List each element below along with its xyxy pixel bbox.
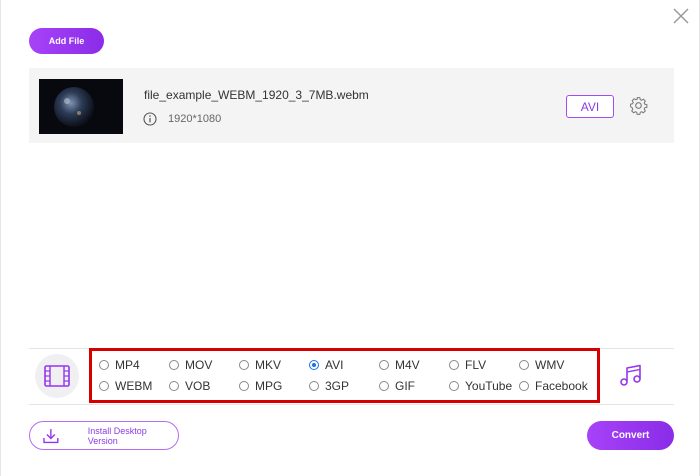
- info-icon[interactable]: [143, 112, 157, 126]
- format-option-3gp[interactable]: 3GP: [309, 379, 349, 393]
- format-option-mpg[interactable]: MPG: [239, 379, 282, 393]
- format-label: YouTube: [465, 379, 513, 393]
- radio-youtube[interactable]: [449, 381, 459, 391]
- format-option-youtube[interactable]: YouTube: [449, 379, 512, 393]
- format-label: MKV: [255, 358, 282, 372]
- radio-mpg[interactable]: [239, 381, 249, 391]
- format-option-webm[interactable]: WEBM: [99, 379, 152, 393]
- output-format-button[interactable]: AVI: [566, 95, 614, 118]
- radio-gif[interactable]: [379, 381, 389, 391]
- format-option-mp4[interactable]: MP4: [99, 358, 140, 372]
- format-label: MOV: [185, 358, 213, 372]
- format-option-flv[interactable]: FLV: [449, 358, 486, 372]
- radio-mkv[interactable]: [239, 360, 249, 370]
- format-label: MP4: [115, 358, 140, 372]
- download-icon: [43, 428, 59, 443]
- gear-icon[interactable]: [629, 96, 648, 115]
- radio-flv[interactable]: [449, 360, 459, 370]
- format-label: Facebook: [535, 379, 588, 393]
- format-label: WMV: [535, 358, 565, 372]
- format-option-vob[interactable]: VOB: [169, 379, 210, 393]
- install-label: Install Desktop Version: [87, 425, 147, 446]
- divider-bottom: [29, 404, 674, 405]
- format-label: AVI: [325, 358, 344, 372]
- format-option-mov[interactable]: MOV: [169, 358, 212, 372]
- file-name: file_example_WEBM_1920_3_7MB.webm: [144, 88, 369, 102]
- earth-thumbnail-image: [39, 79, 123, 134]
- radio-webm[interactable]: [99, 381, 109, 391]
- radio-3gp[interactable]: [309, 381, 319, 391]
- format-options-panel: MP4 MOV MKV AVI M4V FLV WMV WEBM VOB MPG: [89, 348, 600, 403]
- video-thumbnail: [39, 79, 123, 134]
- format-option-m4v[interactable]: M4V: [379, 358, 420, 372]
- film-icon: [44, 365, 70, 387]
- convert-button[interactable]: Convert: [587, 421, 674, 450]
- format-label: FLV: [465, 358, 487, 372]
- format-option-avi[interactable]: AVI: [309, 358, 343, 372]
- install-desktop-button[interactable]: Install Desktop Version: [29, 421, 179, 450]
- radio-facebook[interactable]: [519, 381, 529, 391]
- radio-mov[interactable]: [169, 360, 179, 370]
- format-label: GIF: [395, 379, 415, 393]
- close-icon[interactable]: [671, 6, 691, 26]
- file-item: file_example_WEBM_1920_3_7MB.webm 1920*1…: [29, 68, 674, 143]
- format-option-mkv[interactable]: MKV: [239, 358, 281, 372]
- format-option-gif[interactable]: GIF: [379, 379, 415, 393]
- format-label: WEBM: [115, 379, 153, 393]
- radio-avi[interactable]: [309, 360, 319, 370]
- file-resolution: 1920*1080: [168, 113, 222, 125]
- radio-mp4[interactable]: [99, 360, 109, 370]
- format-label: VOB: [185, 379, 211, 393]
- video-formats-tab[interactable]: [35, 354, 79, 398]
- format-label: M4V: [395, 358, 420, 372]
- music-note-icon[interactable]: [619, 363, 644, 388]
- add-file-button[interactable]: Add File: [29, 28, 104, 54]
- format-label: MPG: [255, 379, 283, 393]
- radio-vob[interactable]: [169, 381, 179, 391]
- converter-dialog: Add File file_example_WEBM_1920_3_7MB.we…: [0, 0, 700, 476]
- format-option-facebook[interactable]: Facebook: [519, 379, 588, 393]
- format-label: 3GP: [325, 379, 350, 393]
- format-option-wmv[interactable]: WMV: [519, 358, 564, 372]
- radio-m4v[interactable]: [379, 360, 389, 370]
- radio-wmv[interactable]: [519, 360, 529, 370]
